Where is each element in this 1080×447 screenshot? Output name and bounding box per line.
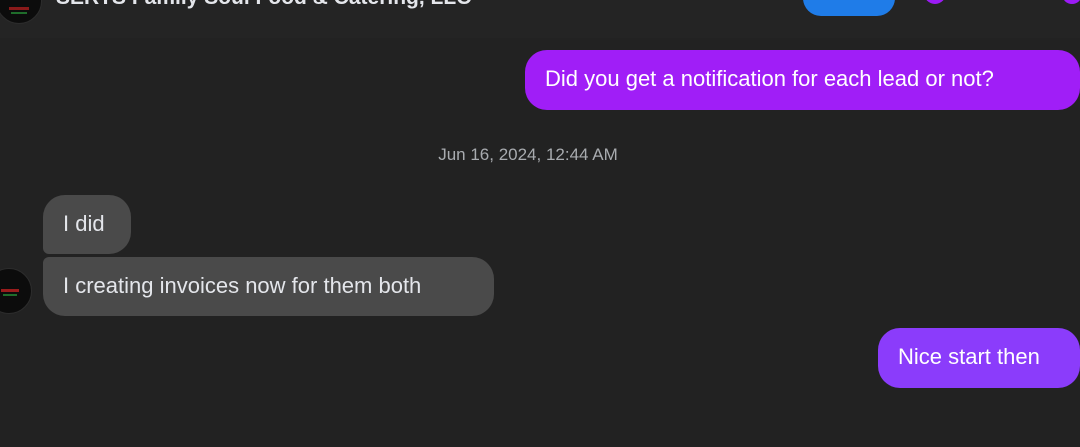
call-button[interactable] — [803, 0, 895, 16]
logo-mark — [3, 294, 17, 296]
logo-mark — [9, 7, 29, 10]
message-bubble-incoming[interactable]: I creating invoices now for them both — [43, 257, 494, 316]
logo-mark — [11, 12, 27, 14]
sender-avatar[interactable] — [0, 268, 32, 314]
chat-window: SERTS Family Soul Food & Catering, LLC D… — [0, 0, 1080, 447]
video-call-icon[interactable] — [924, 0, 946, 4]
contact-name[interactable]: SERTS Family Soul Food & Catering, LLC — [56, 0, 471, 10]
logo-mark — [1, 289, 19, 292]
message-bubble-outgoing[interactable]: Nice start then — [878, 328, 1080, 388]
message-timestamp: Jun 16, 2024, 12:44 AM — [438, 145, 618, 164]
contact-avatar[interactable] — [0, 0, 42, 24]
info-icon[interactable] — [1062, 0, 1080, 4]
message-bubble-outgoing[interactable]: Did you get a notification for each lead… — [525, 50, 1080, 110]
message-bubble-incoming[interactable]: I did — [43, 195, 131, 254]
conversation-header: SERTS Family Soul Food & Catering, LLC — [0, 0, 1080, 38]
